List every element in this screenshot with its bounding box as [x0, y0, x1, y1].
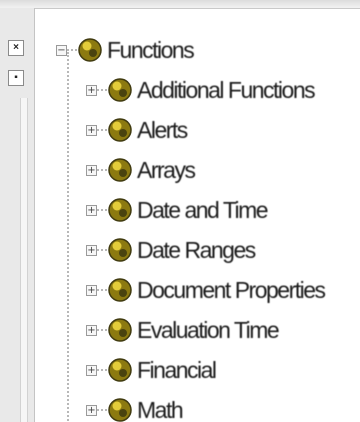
tree-node-arrays[interactable]: + Arrays — [86, 150, 196, 190]
tree-connector — [97, 209, 107, 211]
tree-node-label: Evaluation Time — [137, 316, 280, 343]
tree-node-label: Arrays — [137, 156, 196, 183]
rail-scroll-groove[interactable] — [20, 98, 28, 422]
tree-connector — [97, 249, 107, 251]
function-folder-icon — [108, 198, 132, 222]
tree-node-additional-functions[interactable]: + Additional Functions — [86, 70, 316, 110]
tree-node-functions[interactable]: − Functions — [56, 30, 195, 70]
tree-node-document-properties[interactable]: + Document Properties — [86, 270, 326, 310]
tree-connector — [97, 369, 107, 371]
function-folder-icon — [108, 358, 132, 382]
tree-node-label: Date and Time — [137, 196, 269, 223]
expand-toggle[interactable]: + — [86, 124, 97, 136]
expand-toggle[interactable]: + — [86, 324, 97, 336]
tree-node-date-ranges[interactable]: + Date Ranges — [86, 230, 256, 270]
tree-node-date-and-time[interactable]: + Date and Time — [86, 190, 269, 230]
function-folder-icon — [108, 118, 132, 142]
function-folder-icon — [108, 278, 132, 302]
left-rail: × ▪ — [0, 8, 35, 422]
tree-node-label: Math — [137, 396, 184, 422]
tree-node-label: Alerts — [137, 116, 188, 143]
collapse-toggle[interactable]: − — [56, 44, 67, 56]
tree-node-label: Date Ranges — [137, 236, 256, 263]
formula-workshop-tree-panel: × ▪ − Functions + Additional Functions +… — [0, 0, 360, 422]
tree-node-label: Functions — [107, 36, 195, 63]
tree-node-alerts[interactable]: + Alerts — [86, 110, 188, 150]
function-tree: − Functions + Additional Functions + Ale… — [34, 8, 360, 422]
function-folder-icon — [108, 158, 132, 182]
tree-connector — [97, 289, 107, 291]
tree-connector — [67, 49, 77, 51]
function-folder-icon — [108, 78, 132, 102]
tree-node-evaluation-time[interactable]: + Evaluation Time — [86, 310, 280, 350]
expand-toggle[interactable]: + — [86, 244, 97, 256]
expand-toggle[interactable]: + — [86, 364, 97, 376]
tree-node-label: Document Properties — [137, 276, 326, 303]
expand-toggle[interactable]: + — [86, 84, 97, 96]
rail-pin-button[interactable]: ▪ — [8, 70, 24, 86]
expand-toggle[interactable]: + — [86, 404, 97, 416]
tree-connector — [97, 329, 107, 331]
tree-node-label: Financial — [137, 356, 217, 383]
tree-node-financial[interactable]: + Financial — [86, 350, 217, 390]
tree-connector — [97, 129, 107, 131]
tree-connector — [97, 169, 107, 171]
tree-node-math[interactable]: + Math — [86, 390, 184, 422]
function-folder-icon — [108, 398, 132, 422]
expand-toggle[interactable]: + — [86, 204, 97, 216]
tree-connector-line — [67, 52, 69, 422]
expand-toggle[interactable]: + — [86, 164, 97, 176]
function-folder-icon — [108, 318, 132, 342]
rail-close-button[interactable]: × — [8, 40, 24, 56]
tree-node-label: Additional Functions — [137, 76, 316, 103]
tree-connector — [97, 89, 107, 91]
function-folder-icon — [78, 38, 102, 62]
expand-toggle[interactable]: + — [86, 284, 97, 296]
function-folder-icon — [108, 238, 132, 262]
tree-connector — [97, 409, 107, 411]
